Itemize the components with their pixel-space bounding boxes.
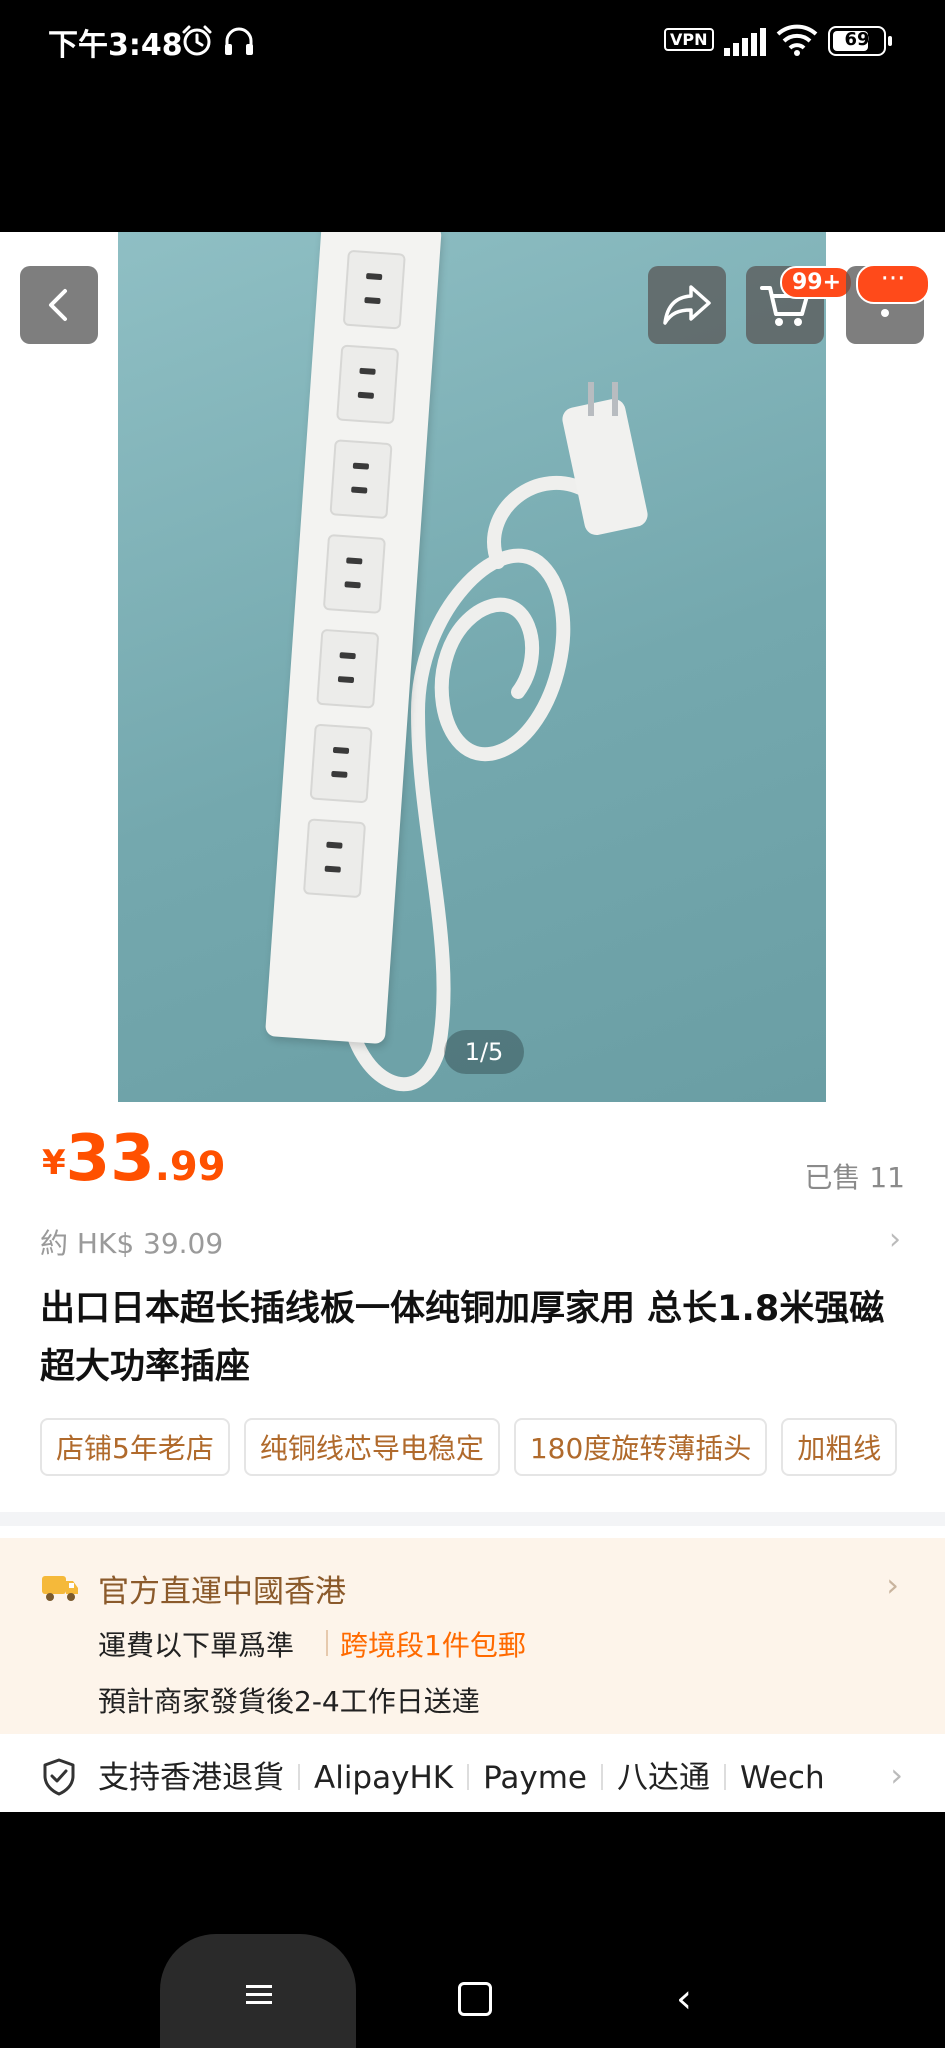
cord-graphic (341, 475, 595, 1091)
alarm-icon (182, 25, 212, 56)
price-integer: 33 (65, 1122, 155, 1196)
shipping-fee-note: 運費以下單爲準 (98, 1629, 295, 1662)
vpn-indicator: VPN (664, 28, 714, 51)
delivery-estimate: 預計商家發貨後2-4工作日送達 (98, 1685, 480, 1718)
home-button[interactable] (458, 1982, 492, 2016)
return-support-label: 支持香港退貨 (98, 1760, 284, 1796)
battery-icon: 69 (828, 26, 892, 56)
menu-icon[interactable] (244, 1980, 274, 2010)
prong-graphic (612, 382, 618, 416)
shield-icon (43, 1758, 75, 1796)
price-decimal: .99 (154, 1144, 226, 1190)
payment-row[interactable]: 支持香港退貨 AlipayHK Payme 八达通 Wech › (0, 1744, 945, 1812)
prong-graphic (588, 382, 594, 416)
share-icon (663, 285, 711, 325)
product-tag: 180度旋转薄插头 (513, 1418, 768, 1476)
product-tags: 店铺5年老店 纯铜线芯导电稳定 180度旋转薄插头 加粗线 (40, 1418, 906, 1482)
share-button[interactable] (648, 266, 726, 344)
status-bar: 下午3:48 VPN 69 (0, 0, 945, 232)
status-time: 下午3:48 (48, 28, 183, 63)
nav-back-button[interactable]: ‹ (676, 1976, 692, 2022)
product-tag: 加粗线 (781, 1418, 898, 1476)
chevron-right-icon[interactable]: › (889, 1222, 901, 1257)
product-title: 出口日本超长插线板一体纯铜加厚家用 总长1.8米强磁超大功率插座 (40, 1289, 885, 1387)
payment-payme: Payme (483, 1760, 588, 1796)
back-icon (49, 289, 67, 321)
signal-icon (724, 28, 766, 56)
sold-count: 已售 11 (804, 1161, 905, 1194)
payment-octopus: 八达通 (617, 1760, 711, 1796)
chevron-right-icon[interactable]: › (886, 1566, 899, 1604)
price-symbol: ¥ (42, 1143, 66, 1183)
headset-icon (225, 27, 253, 55)
product-page: 1/5 99+ ··· ¥33.99 已售 11 約 HK$ 39.09 › 出… (0, 232, 945, 1812)
price: ¥33.99 (42, 1122, 226, 1196)
free-shipping-label: 跨境段1件包郵 (340, 1629, 526, 1662)
payment-wechat: Wech (740, 1760, 825, 1796)
product-tag: 纯铜线芯导电稳定 (243, 1418, 500, 1476)
truck-icon (42, 1576, 78, 1601)
section-divider (0, 1512, 945, 1526)
payment-alipayhk: AlipayHK (314, 1760, 454, 1796)
cart-count-badge: 99+ (780, 266, 854, 299)
wifi-icon (776, 24, 818, 56)
shipping-separator (326, 1630, 328, 1656)
back-button[interactable] (20, 266, 98, 344)
battery-level: 69 (844, 29, 870, 50)
system-nav-bar: ‹ (0, 1812, 945, 2048)
product-tag: 店铺5年老店 (40, 1418, 230, 1476)
shipping-title: 官方直運中國香港 (98, 1574, 346, 1610)
gallery-counter: 1/5 (444, 1030, 524, 1074)
shipping-card[interactable]: 官方直運中國香港 › 運費以下單爲準 跨境段1件包郵 預計商家發貨後2-4工作日… (0, 1538, 945, 1734)
payment-methods: 支持香港退貨 AlipayHK Payme 八达通 Wech (98, 1752, 858, 1800)
chevron-right-icon[interactable]: › (890, 1756, 903, 1794)
more-badge: ··· (856, 264, 930, 304)
hkd-price[interactable]: 約 HK$ 39.09 (40, 1222, 223, 1262)
product-image-gallery[interactable]: 1/5 (118, 232, 826, 1102)
